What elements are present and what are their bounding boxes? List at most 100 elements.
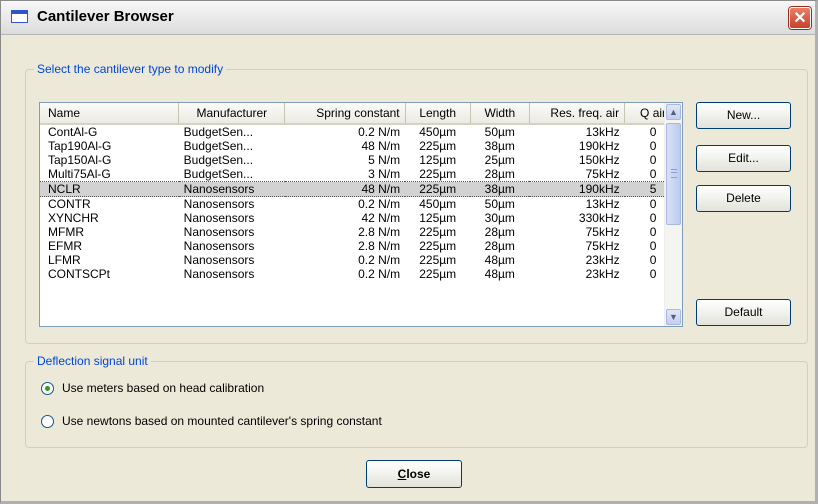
table-cell: 225µm <box>419 267 457 281</box>
table-cell: Nanosensors <box>183 267 255 281</box>
cantilever-browser-window: Cantilever Browser ✕ Select the cantilev… <box>0 0 818 504</box>
table-cell: Nanosensors <box>183 253 255 267</box>
table-cell: 0.2 N/m <box>358 253 401 267</box>
table-cell: Nanosensors <box>183 239 255 253</box>
table-cell: 48µm <box>484 267 515 281</box>
close-button-label: Close <box>397 467 431 481</box>
table-cell: 28µm <box>484 239 515 253</box>
table-cell: Nanosensors <box>183 211 255 225</box>
table-header-row: Name Manufacturer Spring constant Length Wid… <box>40 103 682 125</box>
table-cell: Nanosensors <box>178 181 285 197</box>
table-cell: 0.2 N/m <box>358 197 401 211</box>
radio-meters-option[interactable]: Use meters based on head calibration <box>41 380 264 396</box>
table-cell: 38µm <box>484 139 515 153</box>
table-cell: NCLR <box>40 181 179 197</box>
table-body: ContAl-G BudgetSen... 0.2 N/m 450µm 50µm 13kH… <box>40 124 682 281</box>
table-row[interactable]: EFMR Nanosensors 2.8 N/m 225µm 28µm 75kHz 0 <box>40 239 682 253</box>
table-cell: 225µm <box>419 167 457 181</box>
table-cell: 75kHz <box>585 239 620 253</box>
table-cell: 42 N/m <box>361 211 401 225</box>
radio-newtons-button[interactable] <box>41 414 54 428</box>
window-icon <box>11 10 28 23</box>
table-row[interactable]: Multi75Al-G BudgetSen... 3 N/m 225µm 28µm 75k… <box>40 167 682 182</box>
radio-meters-button[interactable] <box>41 381 54 395</box>
column-header[interactable]: Res. freq. air <box>529 103 626 125</box>
table-cell: 75kHz <box>585 225 620 239</box>
table-row[interactable]: CONTR Nanosensors 0.2 N/m 450µm 50µm 13kHz 0 <box>40 197 682 212</box>
table-row[interactable]: Tap190Al-G BudgetSen... 48 N/m 225µm 38µm 190… <box>40 139 682 153</box>
edit-button[interactable]: Edit... <box>696 145 791 172</box>
column-header[interactable]: Spring constant <box>284 103 406 125</box>
table-cell: BudgetSen... <box>183 153 254 167</box>
close-button[interactable]: Close <box>366 460 462 488</box>
window-title: Cantilever Browser <box>37 8 174 25</box>
table-row[interactable]: XYNCHR Nanosensors 42 N/m 125µm 30µm 330kHz 0 <box>40 211 682 225</box>
table-cell: 23kHz <box>585 253 620 267</box>
close-icon[interactable]: ✕ <box>789 7 811 29</box>
column-header[interactable]: Manufacturer <box>178 103 286 125</box>
cantilever-list[interactable]: Name Manufacturer Spring constant Length Wid… <box>39 102 683 327</box>
deflection-unit-legend: Deflection signal unit <box>34 354 151 368</box>
table-cell: 2.8 N/m <box>358 239 401 253</box>
table-cell: 0.2 N/m <box>358 125 401 139</box>
table-cell: ContAl-G <box>48 125 98 139</box>
default-button[interactable]: Default <box>696 299 791 326</box>
table-cell: 450µm <box>419 125 457 139</box>
table-cell: 450µm <box>419 197 457 211</box>
table-cell: CONTR <box>48 197 91 211</box>
scroll-thumb[interactable] <box>666 123 681 225</box>
new-button[interactable]: New... <box>696 102 791 129</box>
table-cell: 190kHz <box>529 181 625 197</box>
column-header[interactable]: Length <box>405 103 471 125</box>
radio-meters-label: Use meters based on head calibration <box>62 381 265 395</box>
column-header[interactable]: Width <box>470 103 530 125</box>
table-row[interactable]: LFMR Nanosensors 0.2 N/m 225µm 48µm 23kHz 0 <box>40 253 682 267</box>
table-cell: Multi75Al-G <box>48 167 111 181</box>
table-cell: 38µm <box>470 181 530 197</box>
table-row[interactable]: Tap150Al-G BudgetSen... 5 N/m 125µm 25µm 150k… <box>40 153 682 167</box>
table-cell: 2.8 N/m <box>358 225 401 239</box>
table-cell: BudgetSen... <box>183 167 254 181</box>
table-cell: 0.2 N/m <box>358 267 401 281</box>
table-cell: XYNCHR <box>48 211 99 225</box>
table-row[interactable]: MFMR Nanosensors 2.8 N/m 225µm 28µm 75kHz 0 <box>40 225 682 239</box>
table-cell: 30µm <box>484 211 515 225</box>
table-cell: 50µm <box>484 125 515 139</box>
table-cell: 48µm <box>484 253 515 267</box>
table-cell: 125µm <box>419 153 457 167</box>
table-cell: 225µm <box>405 181 471 197</box>
table-cell: 5 N/m <box>368 153 401 167</box>
deflection-unit-group: Deflection signal unit <box>25 354 808 448</box>
table-cell: 28µm <box>484 225 515 239</box>
table-cell: Nanosensors <box>183 225 255 239</box>
vertical-scrollbar[interactable]: ▲ ▼ <box>664 103 682 326</box>
delete-button[interactable]: Delete <box>696 185 791 212</box>
table-cell: BudgetSen... <box>183 139 254 153</box>
table-cell: 50µm <box>484 197 515 211</box>
table-row[interactable]: ContAl-G BudgetSen... 0.2 N/m 450µm 50µm 13kH… <box>40 124 682 139</box>
table-cell: 150kHz <box>578 153 620 167</box>
table-cell: 225µm <box>419 139 457 153</box>
radio-newtons-option[interactable]: Use newtons based on mounted cantilever'… <box>41 413 382 429</box>
table-cell: 48 N/m <box>284 181 406 197</box>
cantilever-type-legend: Select the cantilever type to modify <box>34 62 227 76</box>
table-cell: 13kHz <box>585 125 620 139</box>
table-cell: 225µm <box>419 253 457 267</box>
table-row[interactable]: CONTSCPt Nanosensors 0.2 N/m 225µm 48µm 23kHz… <box>40 267 682 281</box>
table-cell: Tap150Al-G <box>48 153 112 167</box>
table-cell: 75kHz <box>585 167 620 181</box>
title-bar[interactable]: Cantilever Browser ✕ <box>1 1 815 35</box>
scroll-down-icon[interactable]: ▼ <box>666 309 681 325</box>
table-cell: BudgetSen... <box>183 125 254 139</box>
column-header[interactable]: Name <box>40 103 180 125</box>
table-cell: 225µm <box>419 225 457 239</box>
radio-newtons-label: Use newtons based on mounted cantilever'… <box>62 414 382 428</box>
table-cell: 13kHz <box>585 197 620 211</box>
scroll-up-icon[interactable]: ▲ <box>666 104 681 120</box>
table-cell: 48 N/m <box>361 139 401 153</box>
table-cell: 190kHz <box>578 139 620 153</box>
table-cell: 28µm <box>484 167 515 181</box>
table-cell: LFMR <box>48 253 81 267</box>
table-cell: MFMR <box>48 225 84 239</box>
table-row[interactable]: NCLR Nanosensors 48 N/m 225µm 38µm 190kHz 5 <box>40 181 682 197</box>
